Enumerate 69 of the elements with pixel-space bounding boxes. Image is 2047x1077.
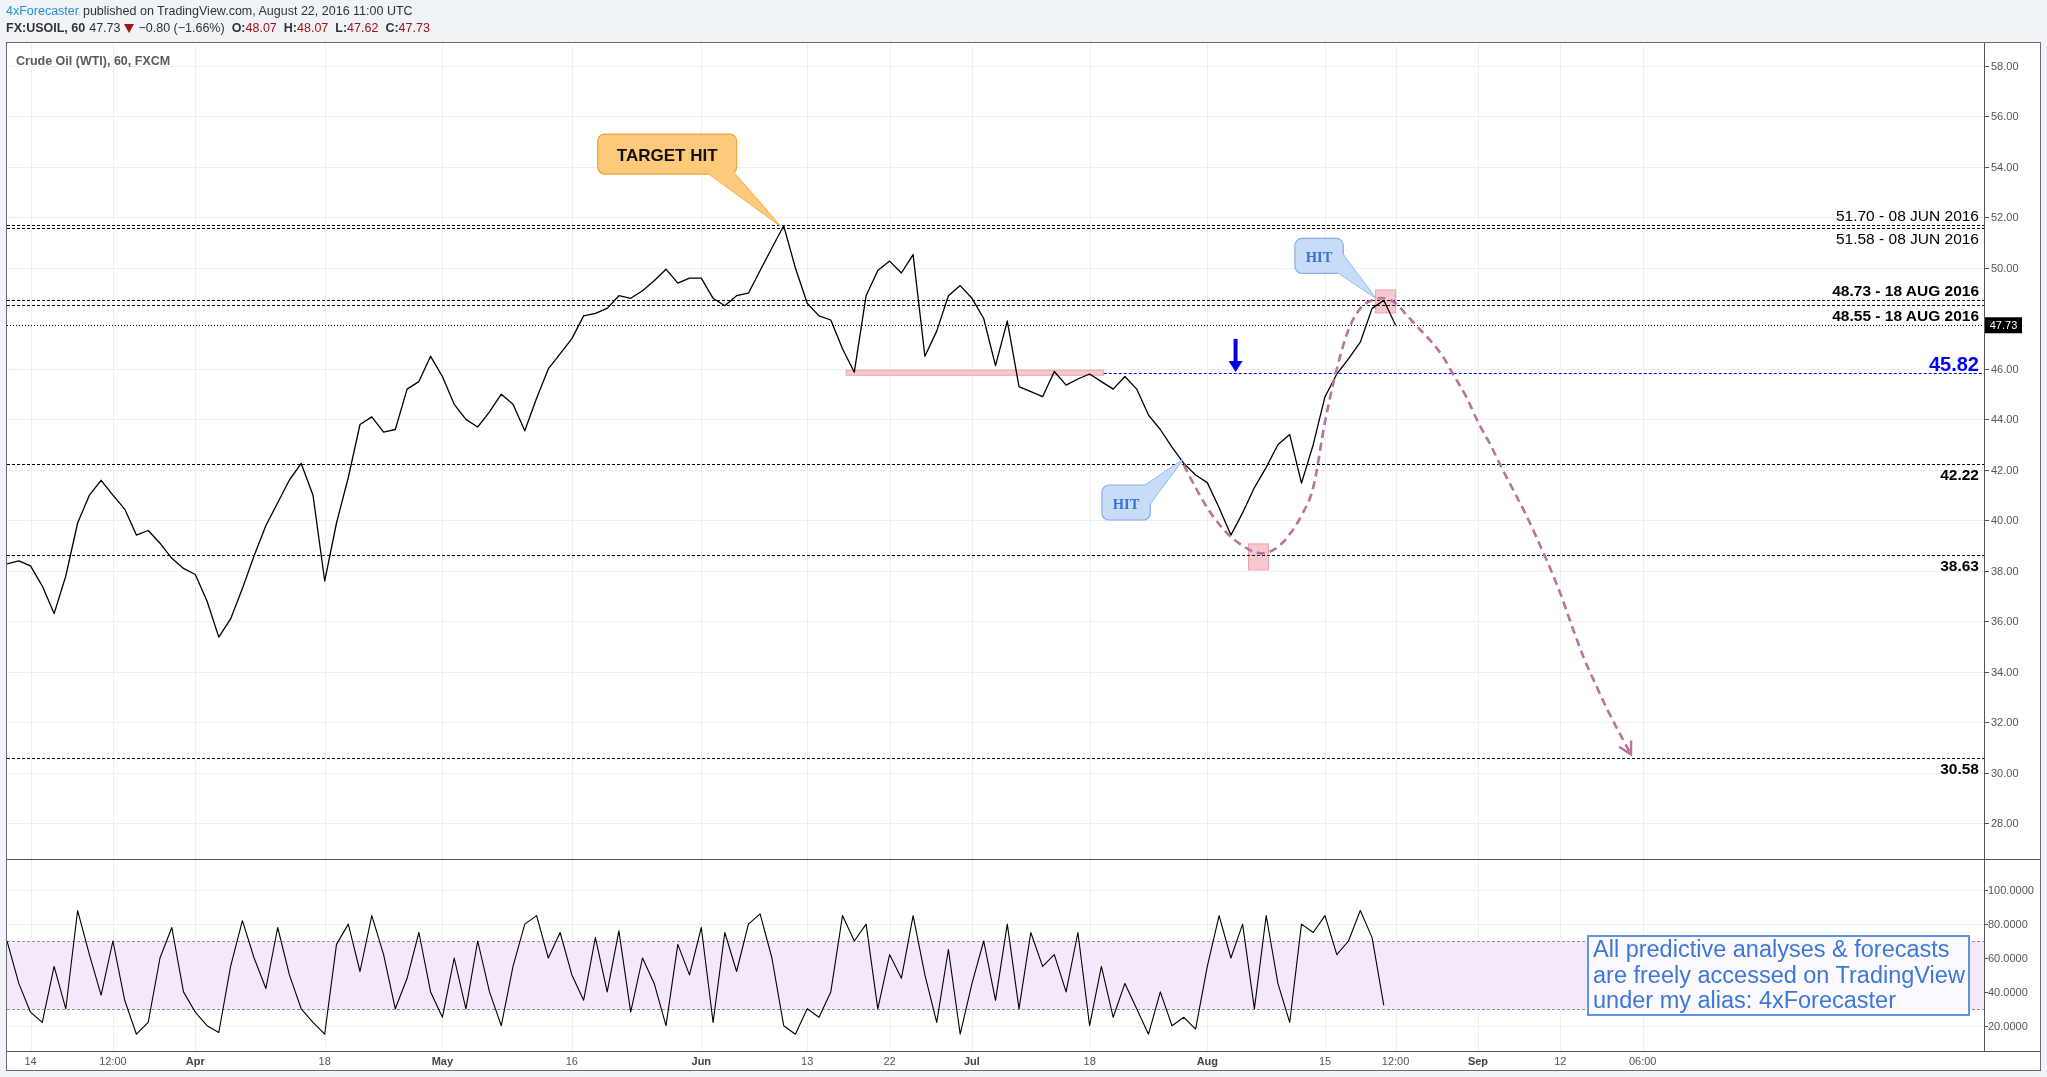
last-price: 47.73 bbox=[89, 20, 121, 37]
time-label: 16 bbox=[565, 1055, 578, 1067]
axis-label: 60.0000 bbox=[1988, 951, 2028, 964]
annotation: HIT bbox=[1112, 495, 1140, 512]
level-label: 51.70 - 08 JUN 2016 bbox=[1835, 207, 1979, 224]
author-link[interactable]: 4xForecaster bbox=[6, 3, 79, 20]
axis-label: 42.00 bbox=[1991, 463, 2019, 476]
time-label: 18 bbox=[318, 1055, 331, 1067]
ohlc-label: C: bbox=[385, 20, 399, 37]
time-label: Aug bbox=[1196, 1055, 1218, 1067]
axis-label: 20.0000 bbox=[1988, 1019, 2028, 1032]
axis-label: 28.00 bbox=[1991, 817, 2019, 830]
callout: TARGET HIT bbox=[597, 133, 781, 227]
callout: HIT bbox=[1101, 459, 1184, 521]
axis-label: 30.00 bbox=[1991, 766, 2019, 779]
axis-label: 34.00 bbox=[1991, 665, 2019, 678]
time-label: 18 bbox=[1083, 1055, 1096, 1067]
highlight-zone bbox=[1248, 543, 1269, 571]
time-label: Apr bbox=[185, 1055, 205, 1067]
price-change: −0.80 (−1.66%) bbox=[138, 20, 225, 37]
axis-label: 50.00 bbox=[1991, 261, 2019, 274]
time-label: 12:00 bbox=[1381, 1055, 1410, 1067]
axis-label: 40.0000 bbox=[1988, 985, 2028, 998]
axis-label: 54.00 bbox=[1991, 160, 2019, 173]
price-tag: 47.73 bbox=[1985, 317, 2022, 334]
axis-label: 40.00 bbox=[1991, 514, 2019, 527]
ohlc-value: 48.07 bbox=[245, 20, 277, 37]
ohlc-label: H: bbox=[283, 20, 297, 37]
time-label: Jun bbox=[691, 1055, 712, 1067]
axis-label: 58.00 bbox=[1991, 60, 2019, 72]
level-label: 45.82 bbox=[1928, 352, 1979, 375]
annotation: TARGET HIT bbox=[616, 145, 719, 165]
axis-label: 56.00 bbox=[1991, 110, 2019, 123]
axis-label: 44.00 bbox=[1991, 413, 2019, 426]
time-label: 14 bbox=[24, 1055, 37, 1067]
time-label: 12 bbox=[1554, 1055, 1567, 1067]
axis-label: 46.00 bbox=[1991, 362, 2019, 375]
level-label: 38.63 bbox=[1940, 557, 1979, 574]
axis-label: 80.0000 bbox=[1988, 918, 2028, 931]
symbol-name: FX:USOIL, 60 bbox=[6, 20, 86, 37]
time-label: Jul bbox=[964, 1055, 980, 1067]
annotation: HIT bbox=[1305, 248, 1333, 265]
axis-label: 36.00 bbox=[1991, 615, 2019, 628]
info-note: All predictive analyses & forecasts are freely accessed on TradingView under my alias: 4xForecaster bbox=[1587, 935, 1970, 1016]
level-label: 30.58 bbox=[1940, 760, 1979, 777]
level-label: 48.73 - 18 AUG 2016 bbox=[1832, 282, 1979, 299]
publish-info: published on TradingView.com, August 22, 2016 11:00 UTC bbox=[82, 3, 413, 20]
level-label: 51.58 - 08 JUN 2016 bbox=[1835, 230, 1979, 247]
ohlc-value: 47.73 bbox=[398, 20, 430, 37]
time-label: 15 bbox=[1318, 1055, 1332, 1067]
time-label: 22 bbox=[883, 1055, 896, 1067]
level-label: 42.22 bbox=[1940, 466, 1979, 483]
time-label: May bbox=[431, 1055, 454, 1067]
level-label: 48.55 - 18 AUG 2016 bbox=[1832, 307, 1979, 324]
ohlc-label: O: bbox=[231, 20, 246, 37]
time-label: Sep bbox=[1467, 1055, 1489, 1067]
down-arrow bbox=[1228, 338, 1243, 372]
time-label: 13 bbox=[801, 1055, 814, 1067]
time-label: 06:00 bbox=[1628, 1055, 1657, 1067]
ohlc-label: L: bbox=[335, 20, 348, 37]
ohlc-value: 48.07 bbox=[297, 20, 329, 37]
axis-label: 100.0000 bbox=[1988, 884, 2034, 897]
axis-label: 32.00 bbox=[1991, 716, 2019, 729]
callout: HIT bbox=[1294, 237, 1377, 299]
time-label: 12:00 bbox=[99, 1055, 127, 1067]
ohlc-value: 47.62 bbox=[347, 20, 379, 37]
chart-title: Crude Oil (WTI), 60, FXCM bbox=[16, 54, 171, 68]
axis-label: 38.00 bbox=[1991, 564, 2019, 577]
axis-label: 52.00 bbox=[1991, 211, 2019, 224]
